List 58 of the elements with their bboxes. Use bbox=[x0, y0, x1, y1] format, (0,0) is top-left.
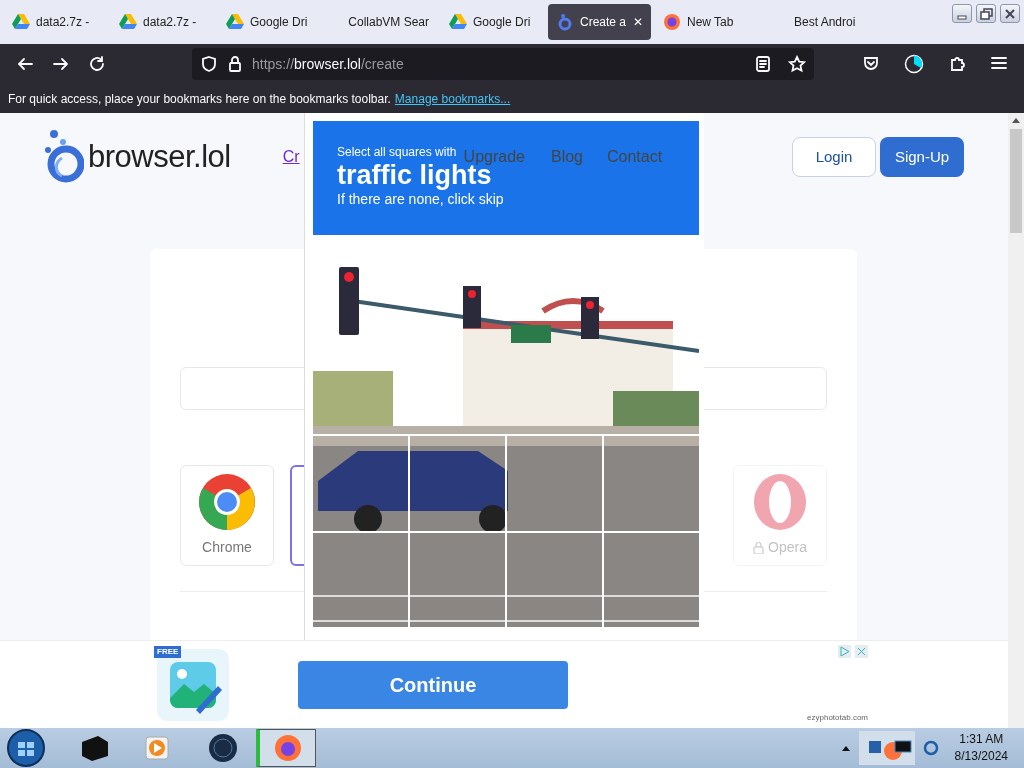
browser-tab[interactable]: New Tab bbox=[655, 4, 758, 40]
chrome-logo-icon bbox=[198, 473, 256, 531]
signup-button[interactable]: Sign-Up bbox=[880, 137, 964, 177]
free-badge: FREE bbox=[154, 645, 182, 658]
browser-tile[interactable]: Chrome bbox=[180, 465, 274, 566]
droplet-logo-icon bbox=[556, 13, 574, 31]
shield-icon[interactable] bbox=[200, 55, 218, 73]
back-icon[interactable] bbox=[16, 55, 34, 73]
opera-logo-icon bbox=[751, 473, 809, 531]
firefox-taskbar-button[interactable] bbox=[256, 729, 316, 767]
browser-tab[interactable]: Create a ✕ bbox=[548, 4, 651, 40]
browser-label: Chrome bbox=[202, 538, 252, 557]
triangle-logo-icon bbox=[119, 13, 137, 31]
dark-globe-icon[interactable] bbox=[208, 733, 238, 763]
reload-icon[interactable] bbox=[88, 55, 106, 73]
browser-tab[interactable]: Best Androi bbox=[762, 4, 874, 40]
network-icon[interactable] bbox=[922, 739, 939, 757]
picture-pen-icon bbox=[156, 647, 230, 722]
logo-text[interactable]: browser.lol bbox=[88, 133, 231, 181]
browser-tab[interactable]: data2.7z - bbox=[4, 4, 107, 40]
continue-button[interactable]: Continue bbox=[298, 660, 568, 709]
scrollbar-thumb[interactable] bbox=[1010, 129, 1022, 233]
close-icon[interactable]: ✕ bbox=[633, 13, 643, 31]
forward-icon[interactable] bbox=[52, 55, 70, 73]
manage-bookmarks-link[interactable]: Manage bookmarks... bbox=[394, 89, 511, 108]
login-button[interactable]: Login bbox=[792, 137, 876, 177]
clock-time[interactable]: 1:31 AM bbox=[954, 731, 1008, 748]
captcha-hint: If there are none, click skip bbox=[337, 190, 505, 210]
puzzle-piece-icon[interactable] bbox=[948, 54, 966, 72]
caret-up-icon[interactable] bbox=[840, 744, 851, 752]
browser-tab[interactable]: Google Dri bbox=[441, 4, 544, 40]
fox-globe-icon bbox=[663, 13, 681, 31]
triangle-logo-icon bbox=[449, 13, 467, 31]
browser-label: Opera bbox=[768, 538, 807, 557]
captcha-instruction: Select all squares with bbox=[337, 144, 457, 161]
browser-tab[interactable]: CollabVM Sear bbox=[325, 4, 437, 40]
menu-icon[interactable] bbox=[990, 54, 1008, 72]
triangle-logo-icon bbox=[12, 13, 30, 31]
padlock-icon bbox=[753, 541, 765, 554]
reader-view-icon[interactable] bbox=[754, 55, 772, 73]
start-orb-icon[interactable] bbox=[6, 728, 46, 768]
browser-tab[interactable]: Google Dri bbox=[218, 4, 321, 40]
tray-apps-icon[interactable] bbox=[858, 731, 915, 765]
close-icon[interactable] bbox=[1003, 6, 1017, 21]
nav-link[interactable]: Cr bbox=[282, 145, 300, 169]
scrollbar[interactable] bbox=[1008, 113, 1024, 728]
padlock-icon[interactable] bbox=[226, 55, 244, 73]
triangle-logo-icon bbox=[226, 13, 244, 31]
restore-icon[interactable] bbox=[979, 6, 993, 21]
browser-tab[interactable]: data2.7z - bbox=[111, 4, 214, 40]
bookmarks-hint: For quick access, place your bookmarks here on the bookmarks toolbar. bbox=[8, 90, 391, 108]
pocket-icon[interactable] bbox=[862, 54, 880, 72]
clock-date[interactable]: 8/13/2024 bbox=[954, 748, 1008, 765]
star-icon[interactable] bbox=[788, 55, 806, 73]
fox-globe-icon bbox=[272, 733, 303, 763]
account-icon[interactable] bbox=[904, 54, 924, 74]
address-field[interactable]: https://browser.lol/create bbox=[252, 53, 404, 75]
ad-domain: ezyphototab.com bbox=[807, 712, 868, 724]
